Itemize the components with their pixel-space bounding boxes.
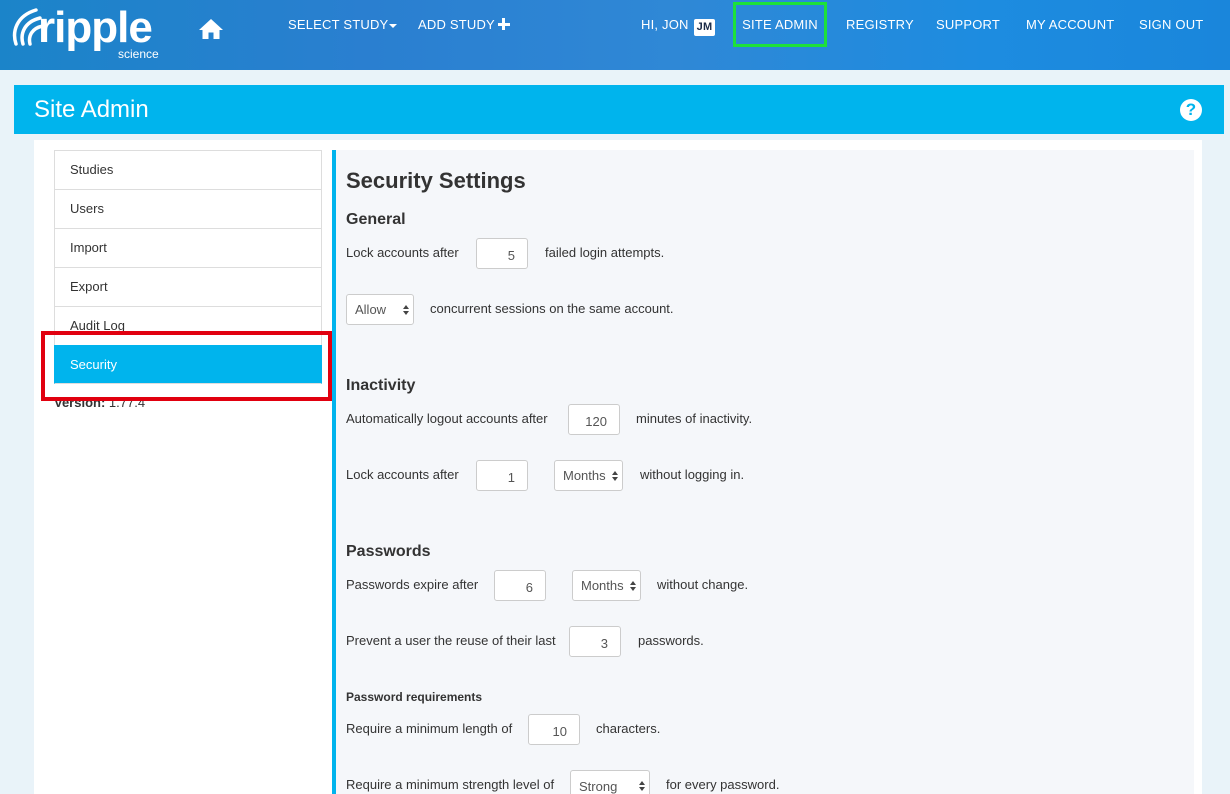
password-expire-value-input[interactable] [494,570,546,601]
section-general-title: General [346,211,406,228]
min-strength-value: Strong [579,779,618,794]
settings-title: Security Settings [346,168,526,193]
password-expire-unit-value: Months [581,578,624,593]
inactive-lock-unit-value: Months [563,468,606,483]
password-reuse-label: Prevent a user the reuse of their last [346,633,556,648]
concurrent-sessions-value: Allow [355,302,387,317]
password-expire-unit-select[interactable]: Months [572,570,641,601]
page-header: Site Admin ? [14,85,1224,134]
auto-logout-minutes-input[interactable] [568,404,620,435]
sidebar-item-import[interactable]: Import [54,228,322,267]
auto-logout-label: Automatically logout accounts after [346,411,548,426]
chevron-down-icon [389,23,398,28]
select-arrows-icon [639,781,645,792]
avatar: JM [693,19,716,36]
section-passwords-title: Passwords [346,543,431,560]
min-strength-suffix: for every password. [666,777,780,792]
password-reuse-count-input[interactable] [569,626,621,657]
nav-add-study[interactable]: ADD STUDY [418,17,510,33]
plus-icon [497,18,510,30]
concurrent-sessions-select[interactable]: Allow [346,294,414,325]
ripple-logo[interactable]: ripple science [10,4,160,62]
section-inactivity-title: Inactivity [346,377,416,394]
nav-registry[interactable]: REGISTRY [846,17,914,33]
password-reuse-suffix: passwords. [638,633,704,648]
sidebar-item-security[interactable]: Security [54,345,322,384]
sidebar-item-audit-log[interactable]: Audit Log [54,306,322,345]
logo-subtext: science [118,47,159,61]
inactive-lock-suffix: without logging in. [640,467,745,482]
home-icon[interactable] [198,18,224,40]
question-circle-icon[interactable]: ? [1180,99,1202,121]
nav-support[interactable]: SUPPORT [936,17,1000,33]
inactive-lock-value-input[interactable] [476,460,528,491]
auto-logout-suffix: minutes of inactivity. [636,411,753,426]
sidebar-item-users[interactable]: Users [54,189,322,228]
sidebar-item-studies[interactable]: Studies [54,150,322,189]
lock-after-label: Lock accounts after [346,245,459,260]
select-arrows-icon [403,305,409,316]
select-arrows-icon [612,471,618,482]
nav-select-study-label: SELECT STUDY [288,17,389,32]
nav-my-account[interactable]: MY ACCOUNT [1026,17,1114,33]
password-expire-label: Passwords expire after [346,577,479,592]
select-arrows-icon [630,581,636,592]
logo-text: ripple [38,3,153,52]
nav-add-study-label: ADD STUDY [418,17,495,32]
sidebar-item-export[interactable]: Export [54,267,322,306]
admin-side-menu: Studies Users Import Export Audit Log Se… [54,150,322,384]
nav-site-admin-highlight[interactable]: SITE ADMIN [733,2,827,47]
nav-select-study[interactable]: SELECT STUDY [288,17,398,33]
inactive-lock-label: Lock accounts after [346,467,459,482]
inactive-lock-unit-select[interactable]: Months [554,460,623,491]
page-title: Site Admin [34,96,149,123]
password-requirements-title: Password requirements [346,690,483,704]
password-expire-suffix: without change. [657,577,749,592]
min-strength-label: Require a minimum strength level of [346,777,555,792]
min-length-label: Require a minimum length of [346,721,513,736]
min-length-input[interactable] [528,714,580,745]
version-value: 1.77.4 [108,395,146,410]
nav-site-admin[interactable]: SITE ADMIN [742,17,818,32]
failed-login-suffix: failed login attempts. [545,245,665,260]
min-strength-select[interactable]: Strong [570,770,650,794]
version-info: Version: 1.77.4 [54,395,145,410]
failed-login-attempts-input[interactable] [476,238,528,269]
nav-sign-out[interactable]: SIGN OUT [1139,17,1203,33]
top-navbar: ripple science SELECT STUDY ADD STUDY HI… [0,0,1230,70]
greeting-text: HI, JON [641,17,689,32]
nav-user-greeting[interactable]: HI, JON JM [641,17,716,36]
concurrent-sessions-suffix: concurrent sessions on the same account. [430,301,674,316]
min-length-suffix: characters. [596,721,661,736]
version-label: Version: [54,395,106,410]
